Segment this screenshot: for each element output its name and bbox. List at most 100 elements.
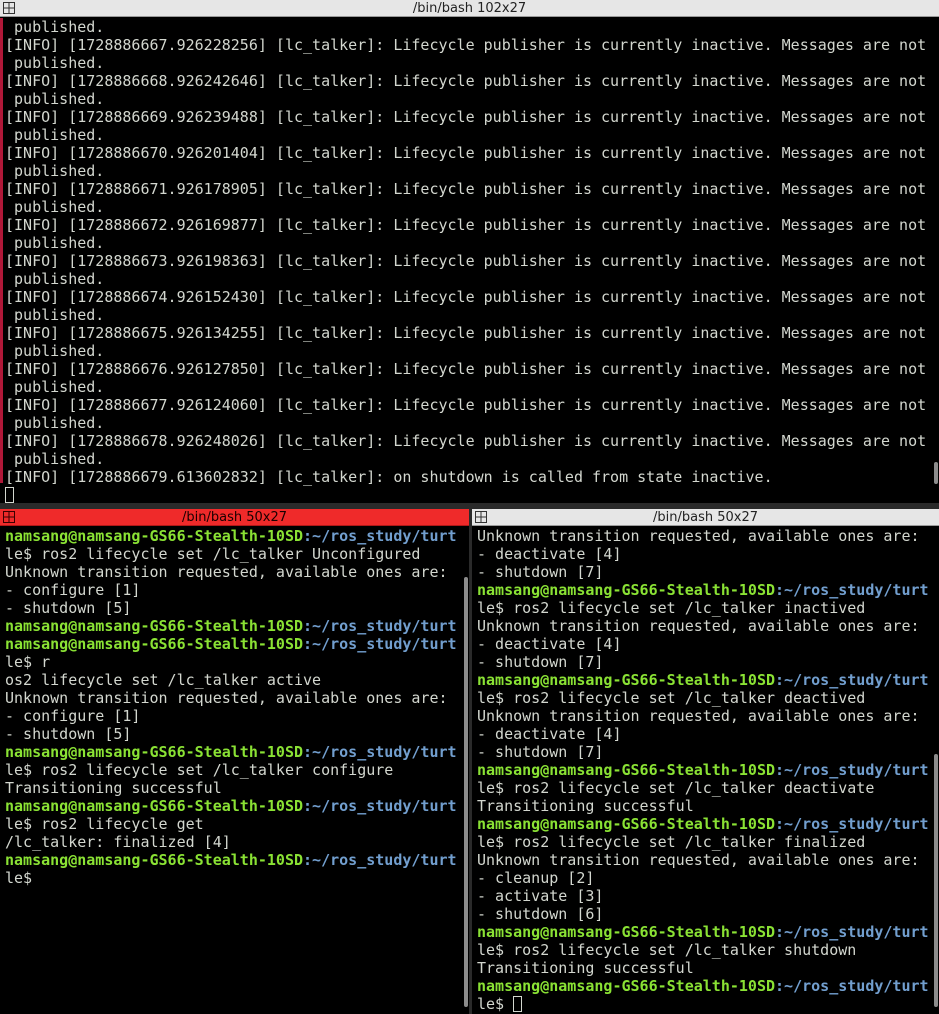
prompt-user: namsang@namsang-GS66-Stealth-10SD: [477, 923, 776, 941]
terminal-line: [INFO] [1728886670.926201404] [lc_talker…: [5, 144, 927, 162]
terminal-cursor: [5, 487, 14, 503]
prompt-line: namsang@namsang-GS66-Stealth-10SD:~/ros_…: [5, 617, 469, 635]
terminal-line: os2 lifecycle set /lc_talker active: [5, 671, 469, 689]
prompt-user: namsang@namsang-GS66-Stealth-10SD: [477, 671, 776, 689]
terminal-line: [INFO] [1728886678.926248026] [lc_talker…: [5, 432, 927, 450]
terminal-text: - shutdown [6]: [477, 905, 604, 923]
terminal-line: - shutdown [7]: [477, 743, 939, 761]
terminal-line: le$: [5, 869, 469, 887]
terminal-line: le$ ros2 lifecycle get: [5, 815, 469, 833]
terminal-pane-right[interactable]: /bin/bash 50x27 Unknown transition reque…: [472, 509, 939, 1014]
terminal-text: le$ ros2 lifecycle set /lc_talker deacti…: [477, 779, 875, 797]
terminal-text: le$ r: [5, 653, 51, 671]
prompt-line: namsang@namsang-GS66-Stealth-10SD:~/ros_…: [5, 797, 469, 815]
terminal-line: published.: [5, 18, 105, 36]
pane-titlebar-top[interactable]: /bin/bash 102x27: [0, 0, 939, 17]
terminal-text: - shutdown [7]: [477, 653, 604, 671]
scrollbar-top[interactable]: [934, 462, 938, 484]
prompt-path: :~/ros_study/turt: [775, 671, 929, 689]
terminal-line: [INFO] [1728886669.926239488] [lc_talker…: [5, 108, 927, 126]
terminal-cursor: [513, 996, 523, 1012]
terminal-text: le$ ros2 lifecycle set /lc_talker deacti…: [477, 689, 866, 707]
terminal-output-top[interactable]: published. [INFO] [1728886667.926228256] …: [0, 18, 939, 503]
terminal-line: - shutdown [6]: [477, 905, 939, 923]
terminal-text: le$ ros2 lifecycle set /lc_talker inacti…: [477, 599, 866, 617]
terminal-text: le$ ros2 lifecycle set /lc_talker Unconf…: [5, 545, 421, 563]
pane-titlebar-left[interactable]: /bin/bash 50x27: [0, 509, 469, 526]
terminal-line: - deactivate [4]: [477, 725, 939, 743]
terminal-line: - activate [3]: [477, 887, 939, 905]
terminal-line: [INFO] [1728886677.926124060] [lc_talker…: [5, 396, 927, 414]
terminal-line: - deactivate [4]: [477, 635, 939, 653]
terminal-line: [INFO] [1728886668.926242646] [lc_talker…: [5, 72, 927, 90]
terminal-text: - deactivate [4]: [477, 545, 622, 563]
prompt-path: :~/ros_study/turt: [303, 797, 457, 815]
split-window-icon[interactable]: [3, 2, 15, 14]
terminal-text: le$ ros2 lifecycle get: [5, 815, 204, 833]
prompt-user: namsang@namsang-GS66-Stealth-10SD: [5, 851, 304, 869]
terminal-text: - deactivate [4]: [477, 725, 622, 743]
pane-titlebar-right[interactable]: /bin/bash 50x27: [472, 509, 939, 526]
terminal-output-right[interactable]: Unknown transition requested, available …: [472, 527, 939, 1014]
terminal-text: - shutdown [7]: [477, 743, 604, 761]
terminal-text: le$ ros2 lifecycle set /lc_talker finali…: [477, 833, 866, 851]
terminal-line: published.: [5, 378, 105, 396]
terminal-line: le$ ros2 lifecycle set /lc_talker deacti…: [477, 779, 939, 797]
terminal-text: Transitioning successful: [477, 959, 694, 977]
prompt-user: namsang@namsang-GS66-Stealth-10SD: [477, 815, 776, 833]
prompt-user: namsang@namsang-GS66-Stealth-10SD: [5, 743, 304, 761]
terminal-text: Unknown transition requested, available …: [5, 689, 448, 707]
terminal-pane-left[interactable]: /bin/bash 50x27 namsang@namsang-GS66-Ste…: [0, 509, 469, 1014]
scrollbar-right[interactable]: [934, 754, 938, 1007]
prompt-path: :~/ros_study/turt: [303, 743, 457, 761]
prompt-line: namsang@namsang-GS66-Stealth-10SD:~/ros_…: [477, 977, 939, 995]
prompt-path: :~/ros_study/turt: [775, 581, 929, 599]
split-window-icon[interactable]: [3, 511, 15, 523]
prompt-line: namsang@namsang-GS66-Stealth-10SD:~/ros_…: [5, 743, 469, 761]
terminal-line: published.: [5, 414, 105, 432]
terminal-text: Unknown transition requested, available …: [5, 563, 448, 581]
terminal-line: /lc_talker: finalized [4]: [5, 833, 469, 851]
terminal-line: [INFO] [1728886679.613602832] [lc_talker…: [5, 468, 773, 486]
terminal-line: - shutdown [5]: [5, 599, 469, 617]
terminal-line: [INFO] [1728886672.926169877] [lc_talker…: [5, 216, 927, 234]
terminal-line: [5, 486, 939, 503]
terminal-line: Transitioning successful: [5, 779, 469, 797]
prompt-line: namsang@namsang-GS66-Stealth-10SD:~/ros_…: [477, 923, 939, 941]
pane-title: /bin/bash 50x27: [652, 510, 758, 525]
split-window-icon[interactable]: [475, 511, 487, 523]
terminal-line: Transitioning successful: [477, 959, 939, 977]
terminal-line: published.: [5, 54, 105, 72]
terminal-line: published.: [5, 198, 105, 216]
terminal-text: Unknown transition requested, available …: [477, 851, 920, 869]
pane-title: /bin/bash 50x27: [181, 510, 287, 525]
prompt-user: namsang@namsang-GS66-Stealth-10SD: [5, 527, 304, 545]
terminal-text: le$: [477, 995, 514, 1013]
terminal-line: - configure [1]: [5, 707, 469, 725]
terminal-line: published.: [5, 450, 105, 468]
terminal-line: - shutdown [7]: [477, 563, 939, 581]
prompt-path: :~/ros_study/turt: [303, 527, 457, 545]
prompt-path: :~/ros_study/turt: [775, 923, 929, 941]
prompt-line: namsang@namsang-GS66-Stealth-10SD:~/ros_…: [5, 527, 469, 545]
terminal-line: Transitioning successful: [477, 797, 939, 815]
prompt-line: namsang@namsang-GS66-Stealth-10SD:~/ros_…: [5, 635, 469, 653]
terminal-line: le$ ros2 lifecycle set /lc_talker finali…: [477, 833, 939, 851]
terminal-line: [INFO] [1728886676.926127850] [lc_talker…: [5, 360, 927, 378]
terminal-pane-top[interactable]: /bin/bash 102x27 published. [INFO] [17288…: [0, 0, 939, 503]
terminal-line: published.: [5, 306, 105, 324]
prompt-path: :~/ros_study/turt: [775, 761, 929, 779]
terminal-line: Unknown transition requested, available …: [5, 689, 469, 707]
prompt-path: :~/ros_study/turt: [303, 635, 457, 653]
terminal-line: - cleanup [2]: [477, 869, 939, 887]
terminal-output-left[interactable]: namsang@namsang-GS66-Stealth-10SD:~/ros_…: [0, 527, 469, 1014]
terminal-line: Unknown transition requested, available …: [477, 851, 939, 869]
prompt-line: namsang@namsang-GS66-Stealth-10SD:~/ros_…: [477, 761, 939, 779]
prompt-line: namsang@namsang-GS66-Stealth-10SD:~/ros_…: [477, 815, 939, 833]
terminal-line: [INFO] [1728886671.926178905] [lc_talker…: [5, 180, 927, 198]
pane-title: /bin/bash 102x27: [412, 1, 527, 16]
terminal-line: le$ ros2 lifecycle set /lc_talker inacti…: [477, 599, 939, 617]
scrollbar-left[interactable]: [464, 577, 468, 1007]
terminal-line: le$: [477, 995, 939, 1013]
terminal-line: Unknown transition requested, available …: [477, 707, 939, 725]
